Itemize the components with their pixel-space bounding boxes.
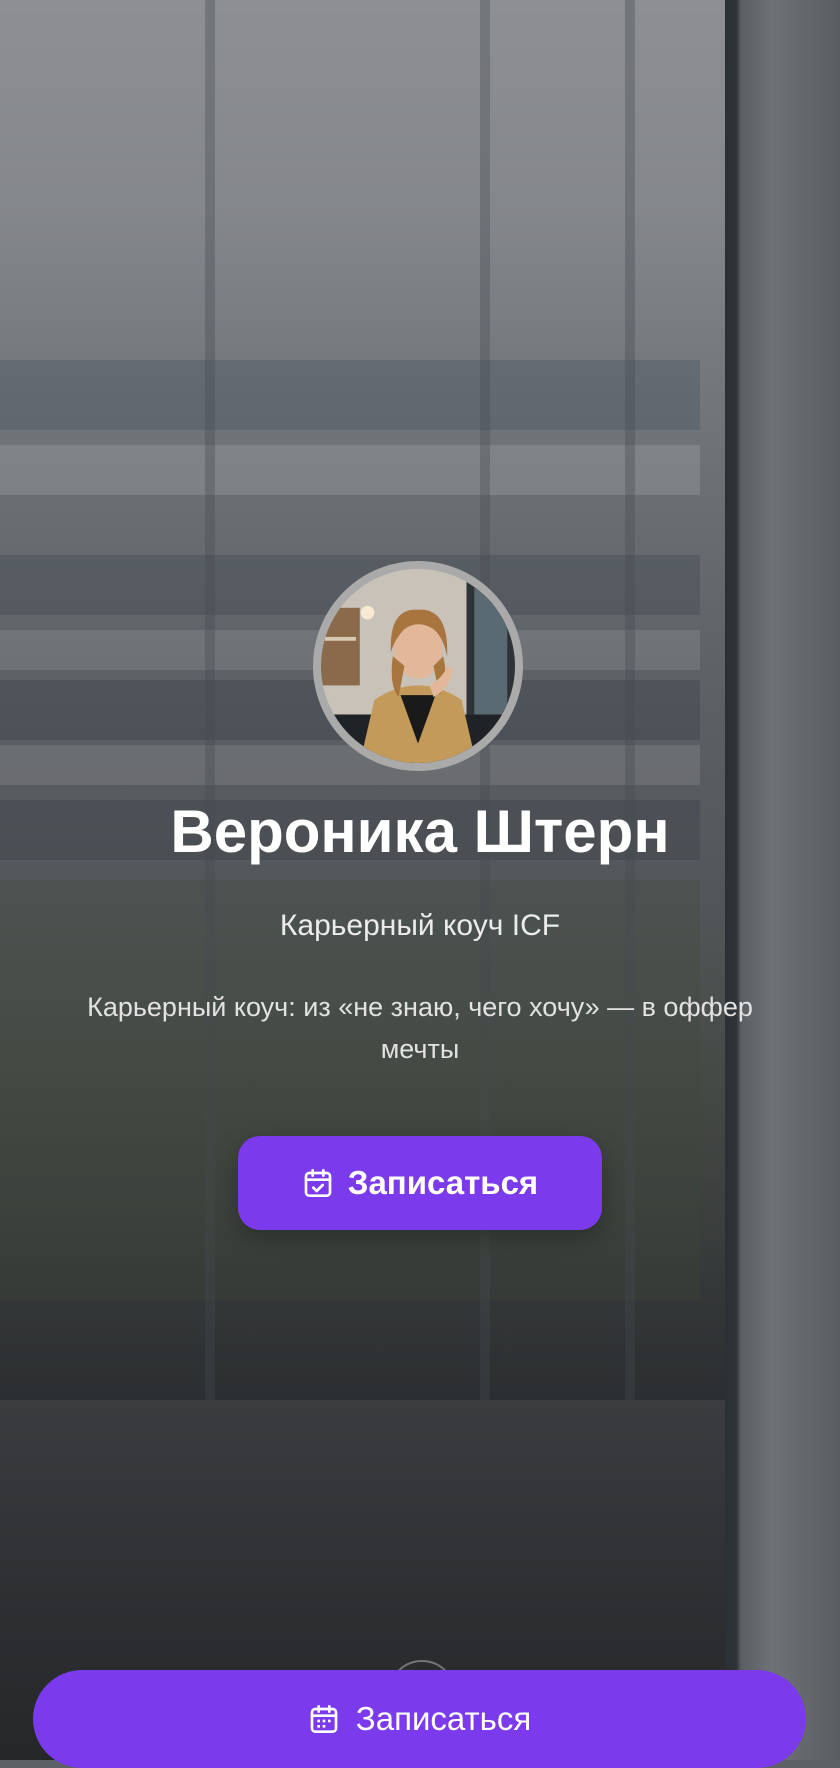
avatar (313, 561, 523, 771)
background-image (0, 0, 840, 1760)
profile-name: Вероника Штерн (170, 798, 670, 865)
avatar-photo (321, 569, 515, 763)
book-button-label: Записаться (347, 1164, 539, 1201)
profile-tagline: Карьерный коуч: из «не знаю, чего хочу» … (87, 992, 753, 1064)
calendar-check-icon (304, 1169, 332, 1197)
sticky-book-button-label: Записаться (355, 1700, 532, 1737)
sticky-book-button[interactable]: Записаться (33, 1670, 806, 1768)
calendar-icon (310, 1705, 338, 1733)
book-button[interactable]: Записаться (238, 1136, 602, 1230)
profile-title: Карьерный коуч ICF (279, 909, 561, 942)
